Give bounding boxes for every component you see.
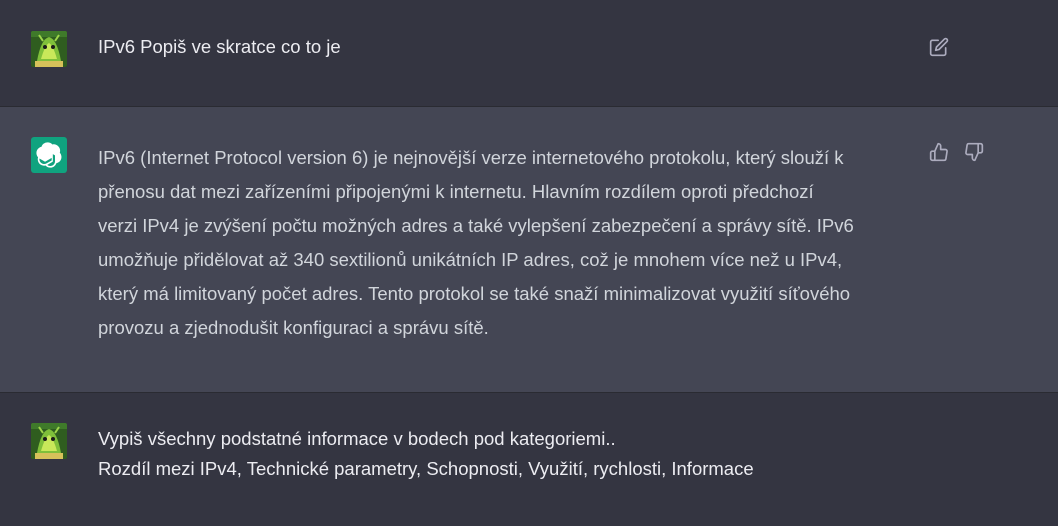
user-message-line: Vypiš všechny podstatné informace v bode… [98,428,616,449]
edit-icon [929,37,949,57]
user-message-row: IPv6 Popiš ve skratce co to je [0,0,1058,107]
assistant-message-line: umožňuje přidělovat až 340 sextilionů un… [98,249,843,270]
user-message-row: Vypiš všechny podstatné informace v bode… [0,393,1058,526]
edit-button[interactable] [928,36,950,58]
user-avatar-image [31,31,67,67]
user-message-line: Rozdíl mezi IPv4, Technické parametry, S… [98,458,754,479]
assistant-message-line: IPv6 (Internet Protocol version 6) je ne… [98,147,844,168]
openai-logo-icon [36,142,62,168]
user-avatar [31,31,67,67]
thumbs-up-icon [929,142,948,162]
user-avatar [31,423,67,459]
assistant-message-line: přenosu dat mezi zařízeními připojenými … [98,181,814,202]
assistant-message-line: provozu a zjednodušit konfiguraci a sprá… [98,317,489,338]
thumbs-down-icon [965,142,984,162]
assistant-message-text: IPv6 (Internet Protocol version 6) je ne… [98,141,918,345]
assistant-message-line: verzi IPv4 je zvýšení počtu možných adre… [98,215,854,236]
thumbs-down-button[interactable] [963,141,985,163]
assistant-message-line: který má limitovaný počet adres. Tento p… [98,283,851,304]
thumbs-up-button[interactable] [928,141,950,163]
user-avatar-image [31,423,67,459]
conversation-thread: IPv6 Popiš ve skratce co to je IPv6 (Int… [0,0,1058,526]
user-message-text: IPv6 Popiš ve skratce co to je [98,36,341,57]
user-message-text: Vypiš všechny podstatné informace v bode… [98,424,918,484]
assistant-avatar [31,137,67,173]
assistant-message-row: IPv6 (Internet Protocol version 6) je ne… [0,107,1058,393]
